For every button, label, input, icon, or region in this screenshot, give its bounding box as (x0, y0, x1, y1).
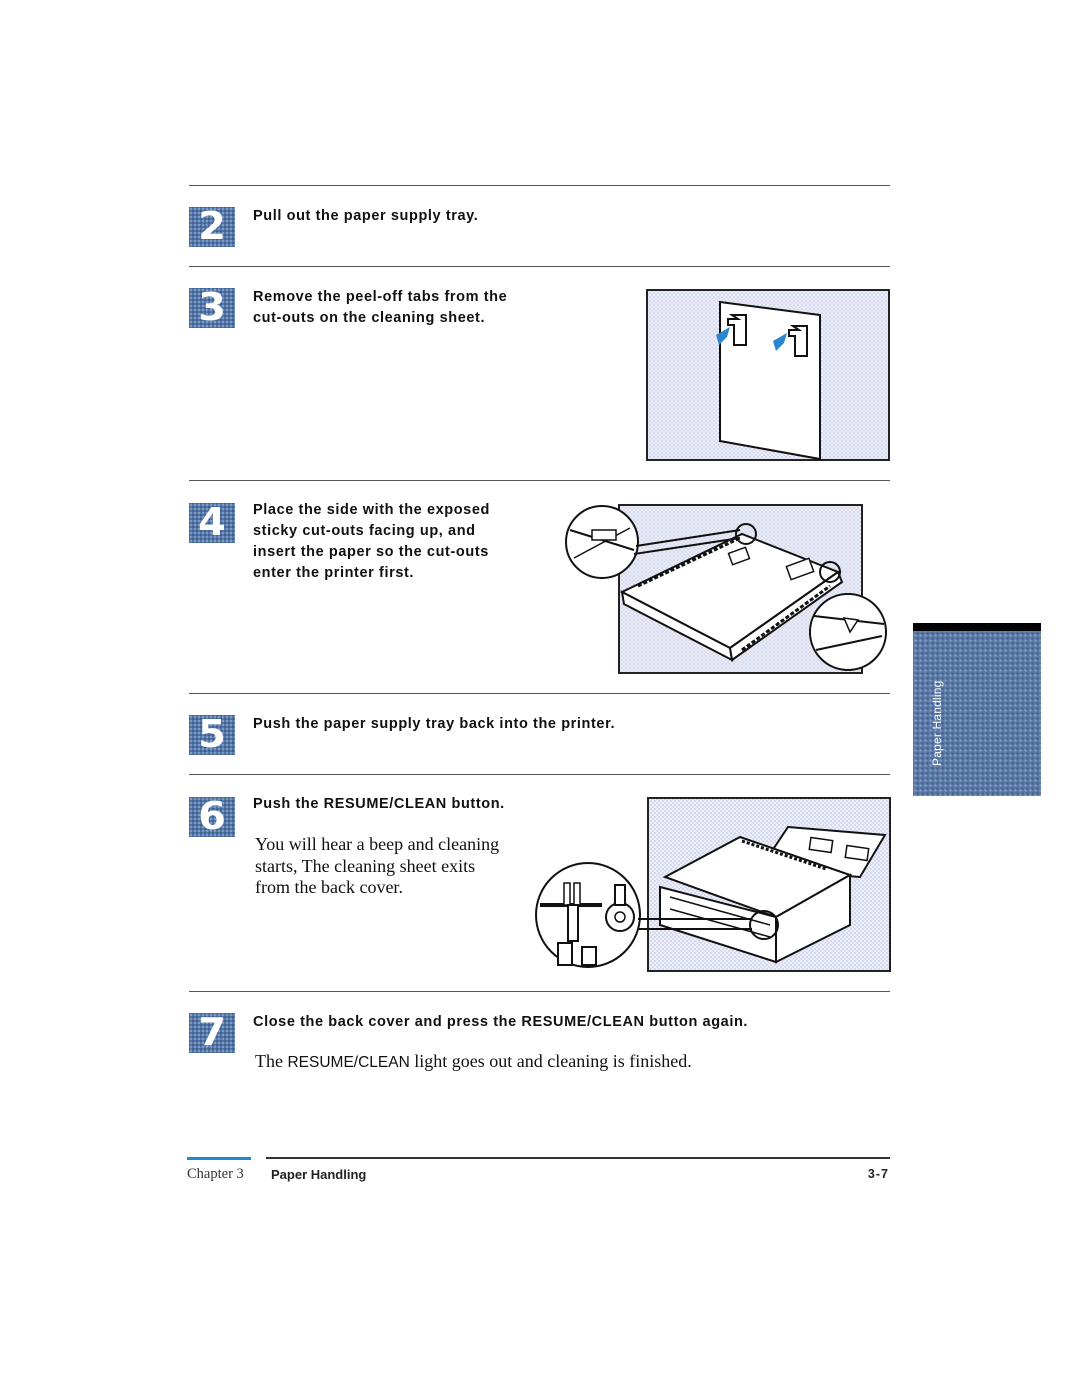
step-heading: Push the RESUME/CLEAN button. (253, 796, 505, 812)
separator (189, 991, 890, 992)
heading-line: enter the printer first. (253, 565, 415, 581)
separator (189, 266, 890, 267)
side-tab-label: Paper Handling (930, 680, 944, 766)
footer-chapter: Chapter 3 (187, 1166, 244, 1182)
separator (189, 693, 890, 694)
step-number-badge: 6 (189, 797, 235, 837)
body-text: light goes out and cleaning is finished. (409, 1051, 692, 1071)
body-text: The (255, 1051, 288, 1071)
body-button-name: RESUME/CLEAN (287, 1054, 410, 1071)
separator (189, 185, 890, 186)
step-heading: Place the side with the exposed sticky c… (253, 500, 490, 584)
page-number: 3-7 (867, 1167, 889, 1181)
heading-line: Place the side with the exposed (253, 502, 490, 518)
step-body: You will hear a beep and cleaning starts… (255, 834, 499, 899)
step-heading: Remove the peel-off tabs from the cut-ou… (253, 287, 507, 329)
step-number-badge: 2 (189, 207, 235, 247)
step-body: The RESUME/CLEAN light goes out and clea… (255, 1051, 692, 1074)
body-line: starts, The cleaning sheet exits (255, 855, 476, 876)
step-number-badge: 7 (189, 1013, 235, 1053)
heading-line: insert the paper so the cut-outs (253, 544, 489, 560)
side-tab-top-bar (913, 623, 1041, 631)
printer-icon (535, 825, 887, 968)
body-line: You will hear a beep and cleaning (255, 834, 500, 854)
step-heading: Pull out the paper supply tray. (253, 208, 479, 224)
paper-tray-icon (565, 505, 887, 671)
step-number-badge: 4 (189, 503, 235, 543)
heading-line: Remove the peel-off tabs from the (253, 289, 508, 305)
cleaning-sheet-icon (716, 300, 821, 461)
step-heading: Push the paper supply tray back into the… (253, 716, 616, 732)
footer-title: Paper Handling (271, 1167, 367, 1182)
separator (189, 480, 890, 481)
body-line: from the back cover. (255, 877, 403, 897)
step-heading: Close the back cover and press the RESUM… (253, 1014, 749, 1030)
step-number-badge: 3 (189, 288, 235, 328)
separator (189, 774, 890, 775)
footer-accent-bar (187, 1157, 251, 1160)
step-number-badge: 5 (189, 715, 235, 755)
heading-line: sticky cut-outs facing up, and (253, 523, 476, 539)
footer-rule (266, 1157, 890, 1159)
cleaning-sheet-figure (646, 289, 890, 461)
heading-line: cut-outs on the cleaning sheet. (253, 310, 486, 326)
